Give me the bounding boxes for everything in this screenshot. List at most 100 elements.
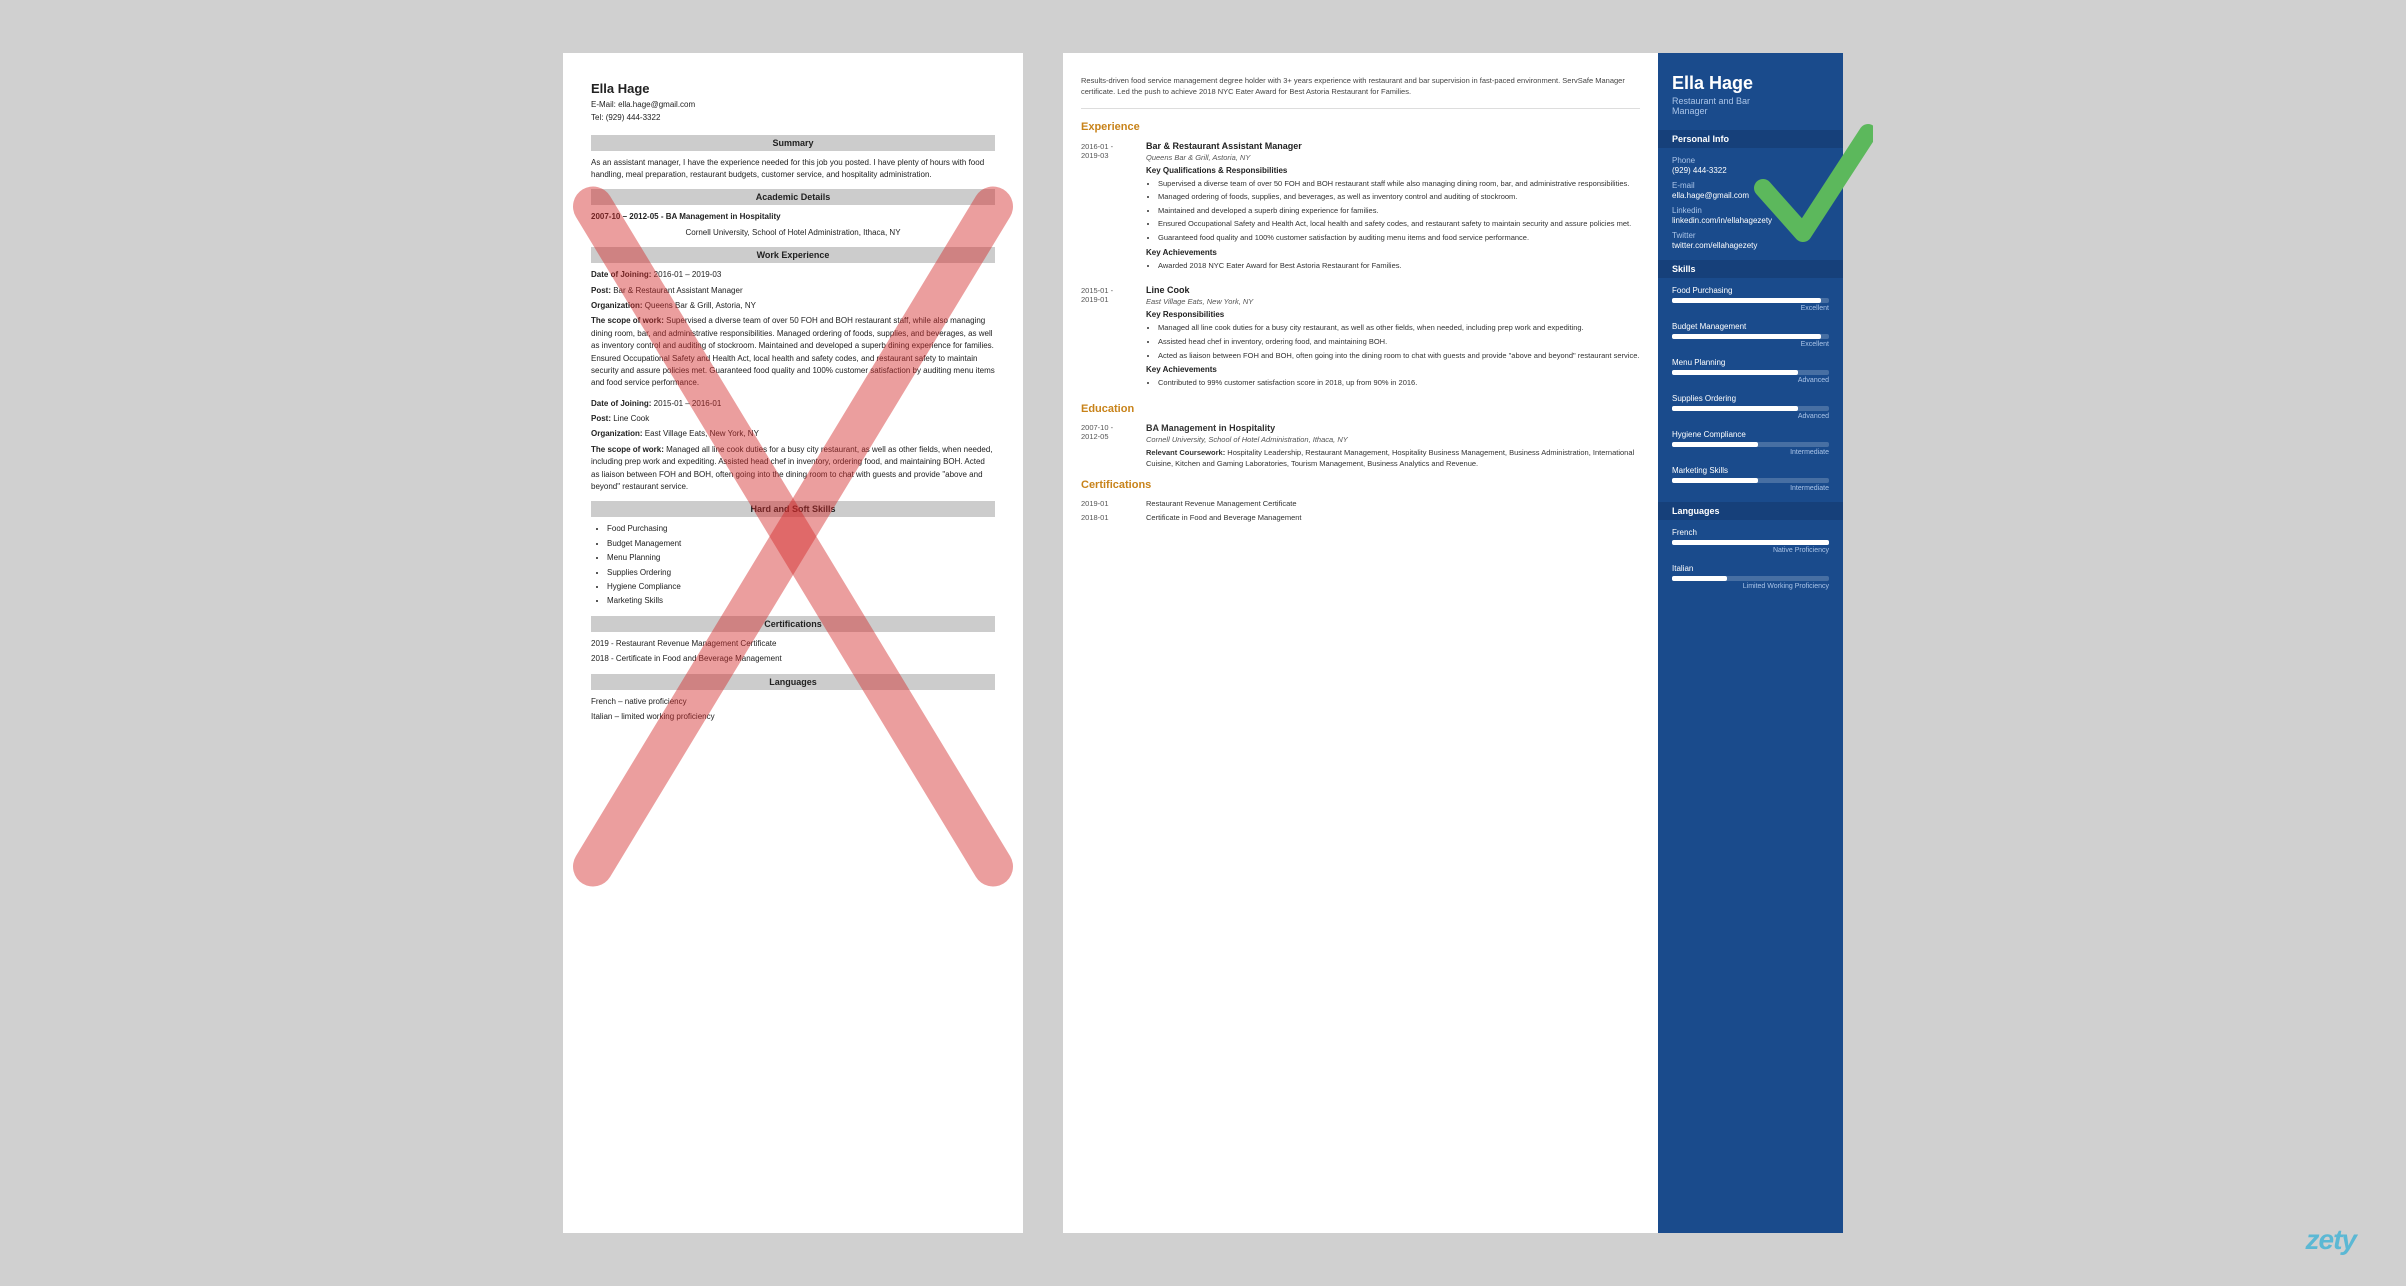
plain-lang-1: French – native proficiency xyxy=(591,696,995,708)
plain-work-2-date: Date of Joining: 2015-01 – 2016-01 xyxy=(591,398,995,410)
skill-bar-bg-4 xyxy=(1672,442,1829,447)
plain-academic-entry: 2007-10 – 2012-05 - BA Management in Hos… xyxy=(591,211,995,223)
skill-item-1: Budget Management Excellent xyxy=(1672,322,1829,348)
skill-label-3: Advanced xyxy=(1672,413,1829,420)
modern-exp-1-company: Queens Bar & Grill, Astoria, NY xyxy=(1146,153,1640,162)
skill-bar-bg-0 xyxy=(1672,298,1829,303)
modern-exp-2-company: East Village Eats, New York, NY xyxy=(1146,297,1640,306)
plain-work-2-post: Post: Line Cook xyxy=(591,413,995,425)
plain-skills-header: Hard and Soft Skills xyxy=(591,501,995,517)
modern-exp-2-qual-title: Key Responsibilities xyxy=(1146,310,1640,319)
skill-item-3: Supplies Ordering Advanced xyxy=(1672,394,1829,420)
skill-name-5: Marketing Skills xyxy=(1672,466,1829,475)
plain-work-1-post: Post: Bar & Restaurant Assistant Manager xyxy=(591,285,995,297)
modern-exp-2-achievements: Contributed to 99% customer satisfaction… xyxy=(1158,377,1640,389)
modern-cert-2: 2018-01 Certificate in Food and Beverage… xyxy=(1081,513,1640,522)
plain-skill-2: Budget Management xyxy=(607,538,995,550)
plain-cert-content: 2019 - Restaurant Revenue Management Cer… xyxy=(591,638,995,666)
sidebar-linkedin-label: Linkedin xyxy=(1672,206,1829,215)
modern-exp-1-achievements: Awarded 2018 NYC Eater Award for Best As… xyxy=(1158,260,1640,272)
lang-bar-fill-0 xyxy=(1672,540,1829,545)
modern-exp-1-body: Bar & Restaurant Assistant Manager Queen… xyxy=(1146,141,1640,274)
sidebar-subtitle: Restaurant and BarManager xyxy=(1672,96,1829,116)
sidebar-linkedin-item: Linkedin linkedin.com/in/ellahagezety xyxy=(1672,206,1829,225)
modern-exp-2-body: Line Cook East Village Eats, New York, N… xyxy=(1146,285,1640,391)
lang-bar-bg-1 xyxy=(1672,576,1829,581)
modern-edu-1-body: BA Management in Hospitality Cornell Uni… xyxy=(1146,423,1640,470)
plain-skill-3: Menu Planning xyxy=(607,552,995,564)
modern-edu-coursework-label: Relevant Coursework: xyxy=(1146,448,1225,457)
plain-skills-content: Food Purchasing Budget Management Menu P… xyxy=(591,523,995,607)
plain-email-value: ella.hage@gmail.com xyxy=(618,100,695,109)
modern-sidebar: Ella Hage Restaurant and BarManager Pers… xyxy=(1658,53,1843,1233)
modern-cert-2-date: 2018-01 xyxy=(1081,513,1146,522)
plain-work-entry-1: Date of Joining: 2016-01 – 2019-03 Post:… xyxy=(591,269,995,390)
plain-cert-1: 2019 - Restaurant Revenue Management Cer… xyxy=(591,638,995,650)
skill-name-4: Hygiene Compliance xyxy=(1672,430,1829,439)
plain-academic-header: Academic Details xyxy=(591,189,995,205)
plain-summary-header: Summary xyxy=(591,135,995,151)
sidebar-phone-value: (929) 444-3322 xyxy=(1672,166,1829,175)
plain-tel-label: Tel: xyxy=(591,113,603,122)
skill-bar-fill-1 xyxy=(1672,334,1821,339)
skill-bar-fill-0 xyxy=(1672,298,1821,303)
modern-exp-1-bullet-3: Maintained and developed a superb dining… xyxy=(1158,205,1640,217)
skill-bar-bg-2 xyxy=(1672,370,1829,375)
modern-resume: Results-driven food service management d… xyxy=(1063,53,1843,1233)
modern-exp-2-bullet-2: Assisted head chef in inventory, orderin… xyxy=(1158,336,1640,348)
lang-label-1: Limited Working Proficiency xyxy=(1672,583,1829,590)
lang-label-0: Native Proficiency xyxy=(1672,547,1829,554)
modern-exp-1-qual-title: Key Qualifications & Responsibilities xyxy=(1146,166,1640,175)
skill-item-5: Marketing Skills Intermediate xyxy=(1672,466,1829,492)
plain-tel-line: Tel: (929) 444-3322 xyxy=(591,112,995,125)
sidebar-personal-info-title: Personal Info xyxy=(1658,130,1843,148)
modern-exp-2-ach-1: Contributed to 99% customer satisfaction… xyxy=(1158,377,1640,389)
plain-skill-4: Supplies Ordering xyxy=(607,567,995,579)
modern-cert-2-name: Certificate in Food and Beverage Managem… xyxy=(1146,513,1640,522)
skill-item-0: Food Purchasing Excellent xyxy=(1672,286,1829,312)
skill-label-2: Advanced xyxy=(1672,377,1829,384)
plain-email-label: E-Mail: xyxy=(591,100,616,109)
skill-label-1: Excellent xyxy=(1672,341,1829,348)
skills-container: Food Purchasing Excellent Budget Managem… xyxy=(1672,286,1829,492)
sidebar-languages-title: Languages xyxy=(1658,502,1843,520)
modern-edu-1-title: BA Management in Hospitality xyxy=(1146,423,1640,433)
modern-exp-1: 2016-01 -2019-03 Bar & Restaurant Assist… xyxy=(1081,141,1640,274)
plain-tel-value: (929) 444-3322 xyxy=(606,113,661,122)
sidebar-email-item: E-mail ella.hage@gmail.com xyxy=(1672,181,1829,200)
plain-resume-wrapper: Ella Hage E-Mail: ella.hage@gmail.com Te… xyxy=(563,53,1023,1233)
skill-name-1: Budget Management xyxy=(1672,322,1829,331)
modern-exp-1-bullet-2: Managed ordering of foods, supplies, and… xyxy=(1158,191,1640,203)
skill-item-2: Menu Planning Advanced xyxy=(1672,358,1829,384)
plain-academic-school: Cornell University, School of Hotel Admi… xyxy=(591,227,995,239)
plain-academic-content: 2007-10 – 2012-05 - BA Management in Hos… xyxy=(591,211,995,239)
skill-label-5: Intermediate xyxy=(1672,485,1829,492)
plain-summary-content: As an assistant manager, I have the expe… xyxy=(591,157,995,182)
plain-skill-6: Marketing Skills xyxy=(607,595,995,607)
plain-summary-text: As an assistant manager, I have the expe… xyxy=(591,157,995,182)
plain-name: Ella Hage xyxy=(591,81,995,96)
sidebar-twitter-label: Twitter xyxy=(1672,231,1829,240)
plain-work-content: Date of Joining: 2016-01 – 2019-03 Post:… xyxy=(591,269,995,493)
plain-lang-header: Languages xyxy=(591,674,995,690)
skill-bar-bg-5 xyxy=(1672,478,1829,483)
modern-intro: Results-driven food service management d… xyxy=(1081,75,1640,109)
modern-exp-2-bullets: Managed all line cook duties for a busy … xyxy=(1158,322,1640,361)
modern-experience-title: Experience xyxy=(1081,121,1640,133)
plain-work-2-org: Organization: East Village Eats, New Yor… xyxy=(591,428,995,440)
plain-cert-2: 2018 - Certificate in Food and Beverage … xyxy=(591,653,995,665)
skill-bar-fill-5 xyxy=(1672,478,1758,483)
plain-work-1-date: Date of Joining: 2016-01 – 2019-03 xyxy=(591,269,995,281)
modern-cert-1-name: Restaurant Revenue Management Certificat… xyxy=(1146,499,1640,508)
modern-cert-1: 2019-01 Restaurant Revenue Management Ce… xyxy=(1081,499,1640,508)
zety-watermark: zety xyxy=(2306,1224,2356,1256)
plain-work-header: Work Experience xyxy=(591,247,995,263)
skill-bar-bg-3 xyxy=(1672,406,1829,411)
skill-name-2: Menu Planning xyxy=(1672,358,1829,367)
skill-label-0: Excellent xyxy=(1672,305,1829,312)
modern-education-title: Education xyxy=(1081,403,1640,415)
modern-exp-2-ach-title: Key Achievements xyxy=(1146,365,1640,374)
modern-exp-2-bullet-1: Managed all line cook duties for a busy … xyxy=(1158,322,1640,334)
modern-exp-1-ach-1: Awarded 2018 NYC Eater Award for Best As… xyxy=(1158,260,1640,272)
skill-bar-fill-4 xyxy=(1672,442,1758,447)
